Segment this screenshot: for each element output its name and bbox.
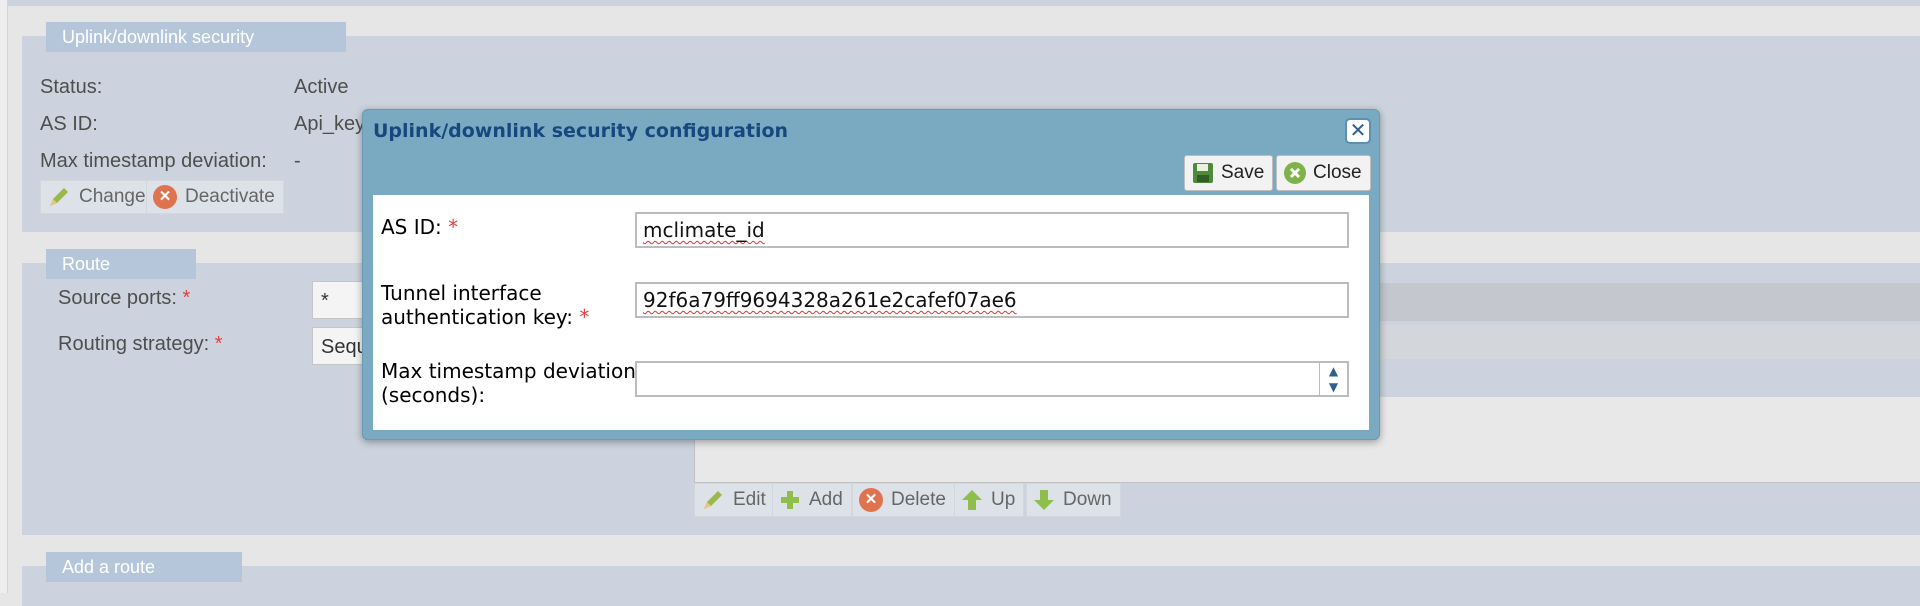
add-route-legend: Add a route (46, 552, 242, 582)
deactivate-label: Deactivate (185, 186, 275, 207)
route-table-header-2 (1380, 325, 1920, 359)
source-ports-label-text: Source ports: (58, 287, 177, 309)
as-id-input-value: mclimate_id (643, 218, 765, 242)
pencil-icon (47, 185, 71, 209)
add-route-panel: Add a route (22, 552, 1920, 606)
required-mark: * (214, 333, 223, 355)
deactivate-icon: ✕ (153, 185, 177, 209)
add-label: Add (809, 489, 843, 510)
down-label: Down (1063, 489, 1112, 510)
top-strip (8, 0, 1920, 6)
spinner-icon[interactable]: ▲ ▼ (1319, 363, 1347, 395)
routing-strategy-label: Routing strategy: * (58, 333, 223, 356)
as-id-value: Api_key (294, 113, 366, 135)
dialog-title: Uplink/downlink security configuration (373, 120, 789, 142)
edit-label: Edit (733, 489, 766, 510)
as-id-input[interactable]: mclimate_id (635, 212, 1349, 248)
deactivate-button[interactable]: ✕ Deactivate (146, 180, 284, 214)
save-label: Save (1221, 162, 1265, 183)
delete-button[interactable]: ✕ Delete (852, 483, 955, 517)
change-label: Change (79, 186, 146, 207)
down-button[interactable]: Down (1026, 483, 1121, 517)
close-button[interactable]: Close (1276, 155, 1371, 191)
tunnel-key-label-line1: Tunnel interface (381, 281, 542, 305)
status-label: Status: (40, 76, 103, 98)
max-ts-label-line1: Max timestamp deviation (381, 359, 636, 383)
up-label: Up (991, 489, 1016, 510)
required-mark: * (182, 287, 191, 309)
route-panel-legend: Route (46, 249, 196, 279)
route-table-header (1380, 283, 1920, 321)
close-circle-icon (1283, 161, 1307, 185)
pencil-icon (701, 488, 725, 512)
close-x-icon[interactable]: ✕ (1345, 118, 1371, 144)
source-ports-label: Source ports: * (58, 287, 190, 310)
security-config-dialog: Uplink/downlink security configuration ✕… (362, 109, 1380, 440)
as-id-label: AS ID: (40, 113, 98, 135)
tunnel-key-input-value: 92f6a79ff9694328a261e2cafef07ae6 (643, 288, 1017, 312)
save-button[interactable]: Save (1184, 155, 1274, 191)
max-timestamp-value: - (294, 150, 301, 172)
delete-label: Delete (891, 489, 946, 510)
spinner-down-icon[interactable]: ▼ (1320, 379, 1347, 395)
routing-strategy-label-text: Routing strategy: (58, 333, 210, 355)
save-icon (1191, 161, 1215, 185)
spinner-up-icon[interactable]: ▲ (1320, 363, 1347, 379)
tunnel-key-input[interactable]: 92f6a79ff9694328a261e2cafef07ae6 (635, 282, 1349, 318)
max-timestamp-spinner[interactable]: ▲ ▼ (635, 361, 1349, 397)
change-button[interactable]: Change (40, 180, 155, 214)
edit-button[interactable]: Edit (694, 483, 775, 517)
required-mark: * (448, 215, 459, 239)
status-value: Active (294, 76, 349, 98)
max-timestamp-label: Max timestamp deviation: (40, 150, 267, 172)
tunnel-key-label-line2: authentication key: (381, 305, 574, 329)
security-panel-legend: Uplink/downlink security (46, 22, 346, 52)
up-button[interactable]: Up (954, 483, 1025, 517)
tunnel-key-label-line2-wrap: authentication key: * (381, 305, 589, 329)
add-button[interactable]: Add (772, 483, 852, 517)
as-id-field-label-text: AS ID: (381, 215, 442, 239)
tunnel-key-field-label: Tunnel interface authentication key: * (381, 281, 589, 329)
arrow-up-icon (961, 488, 983, 512)
required-mark: * (579, 305, 590, 329)
dialog-body: AS ID: * mclimate_id Tunnel interface au… (373, 195, 1369, 430)
left-border (0, 0, 8, 593)
max-ts-label-line2: (seconds): (381, 383, 486, 407)
close-label: Close (1313, 162, 1362, 183)
arrow-down-icon (1033, 488, 1055, 512)
plus-icon (779, 489, 801, 511)
max-timestamp-field-label: Max timestamp deviation (seconds): (381, 359, 636, 407)
as-id-field-label: AS ID: * (381, 215, 458, 239)
delete-icon: ✕ (859, 488, 883, 512)
